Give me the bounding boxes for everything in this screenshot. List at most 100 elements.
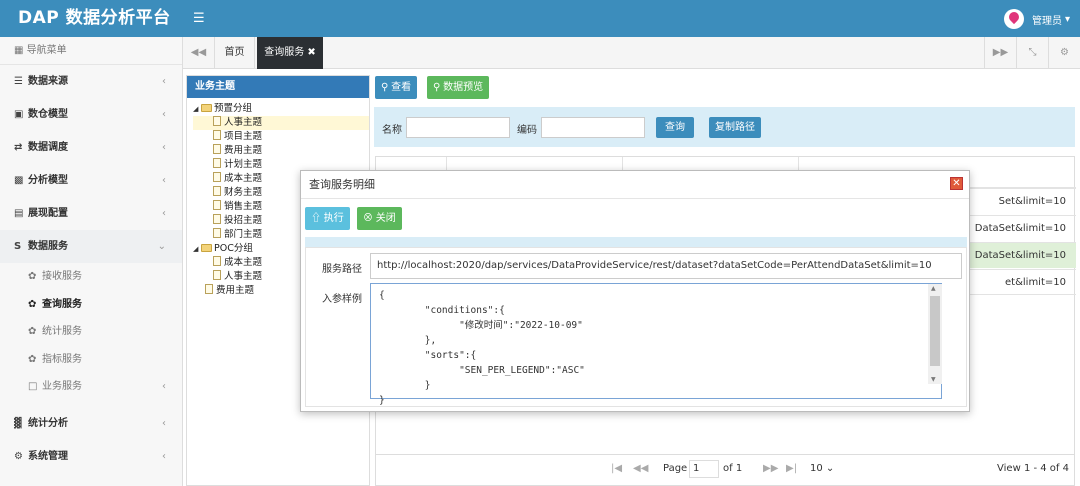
chevron-left-icon: ‹ <box>162 142 166 153</box>
leaf-icon: ✿ <box>28 271 37 282</box>
sidebar-item-label: 统计分析 <box>28 417 68 429</box>
sidebar-header-label: 导航菜单 <box>26 45 67 56</box>
first-page-icon[interactable]: |◀ <box>611 463 622 474</box>
file-icon <box>213 116 221 126</box>
scrollbar-thumb[interactable] <box>930 296 940 366</box>
user-name: 管理员 <box>1031 15 1062 27</box>
view-button[interactable]: ⚲ 查看 <box>375 76 418 99</box>
copy-path-button[interactable]: 复制路径 <box>709 117 761 138</box>
tree-node[interactable]: 项目主题 <box>193 130 369 144</box>
sitemap-icon: ▩ <box>14 175 24 186</box>
page-size-value: 10 <box>810 463 823 474</box>
code-label: 编码 <box>517 125 537 136</box>
code-input[interactable] <box>541 117 645 138</box>
close-icon[interactable]: ✕ <box>950 177 963 190</box>
sidebar-item-warehouse-model[interactable]: ▣ 数仓模型 ‹ <box>0 98 182 131</box>
tab-scroll-left-icon[interactable]: ◀◀ <box>183 37 215 69</box>
sidebar-item-label: 数据服务 <box>28 241 68 252</box>
sidebar-item-display-config[interactable]: ▤ 展现配置 ‹ <box>0 197 182 230</box>
shuffle-icon: ⇄ <box>14 142 23 153</box>
tab-scroll-right-icon[interactable]: ▶▶ <box>984 37 1016 69</box>
sidebar-item-analysis-model[interactable]: ▩ 分析模型 ‹ <box>0 164 182 197</box>
file-icon <box>213 130 221 140</box>
app-logo[interactable]: DAP 数据分析平台 <box>0 0 183 37</box>
file-icon <box>213 228 221 238</box>
table-cell: et&limit=10 <box>1005 277 1066 288</box>
chevron-left-icon: ‹ <box>162 175 166 186</box>
page-size-select[interactable]: 10 ⌄ <box>807 460 843 478</box>
execute-button[interactable]: ⇧ 执行 <box>305 207 350 230</box>
file-icon <box>213 200 221 210</box>
gear-icon: ⚙ <box>14 450 23 462</box>
sidebar-item-system[interactable]: ⚙ 系统管理 ‹ <box>0 440 182 473</box>
file-icon <box>213 144 221 154</box>
film-icon: ▤ <box>14 208 24 219</box>
tree-node[interactable]: 费用主题 <box>193 144 369 158</box>
sidebar-subitem-label: 接收服务 <box>42 271 82 282</box>
chevron-left-icon: ‹ <box>162 109 166 120</box>
next-page-icon[interactable]: ▶▶ <box>763 463 778 474</box>
tree-node[interactable]: 人事主题 <box>193 116 369 130</box>
preview-button[interactable]: ⚲ 数据预览 <box>427 76 490 99</box>
triangle-down-icon[interactable]: ◢ <box>193 102 201 116</box>
file-icon <box>213 270 221 280</box>
scroll-up-icon[interactable]: ▲ <box>931 285 936 292</box>
fullscreen-icon[interactable]: ⤡ <box>1016 37 1048 69</box>
textarea-scrollbar[interactable]: ▲ ▼ <box>928 284 942 384</box>
file-icon <box>213 186 221 196</box>
chevron-down-icon: ⌄ <box>157 241 166 252</box>
sidebar-item-label: 展现配置 <box>28 208 68 219</box>
sidebar-item-label: 分析模型 <box>28 175 68 186</box>
tree-node-label: 预置分组 <box>214 103 253 114</box>
query-button[interactable]: 查询 <box>656 117 694 138</box>
tab-home[interactable]: 首页 <box>215 37 255 69</box>
dialog-close-button[interactable]: ⊗ 关闭 <box>357 207 402 230</box>
sidebar-subitem-business[interactable]: □ 业务服务 ‹ <box>0 373 182 401</box>
cubes-icon: ▣ <box>14 109 24 120</box>
tree-group-preset[interactable]: ◢ 预置分组 <box>193 102 369 116</box>
param-sample-textarea[interactable]: { "conditions":{ "修改时间":"2022-10-09" }, … <box>370 283 942 406</box>
folder-icon <box>201 244 212 252</box>
service-path-input[interactable]: http://localhost:2020/dap/services/DataP… <box>370 253 962 279</box>
scroll-down-icon[interactable]: ▼ <box>931 376 936 383</box>
chevron-left-icon: ‹ <box>162 76 166 87</box>
menu-icon[interactable]: ☰ <box>193 11 205 26</box>
triangle-down-icon[interactable]: ◢ <box>193 242 201 256</box>
circle-close-icon: ⊗ <box>363 213 373 224</box>
sidebar-subitem-query[interactable]: ✿ 查询服务 <box>0 291 182 319</box>
grid-icon: ▦ <box>14 45 27 56</box>
tree-header: 业务主题 <box>187 76 369 98</box>
tab-query-service[interactable]: 查询服务 ✖ <box>257 37 323 69</box>
name-input[interactable] <box>406 117 510 138</box>
sidebar-item-data-source[interactable]: ☰ 数据来源 ‹ <box>0 65 182 98</box>
leaf-icon: ✿ <box>28 353 37 365</box>
gear-icon[interactable]: ⚙ <box>1048 37 1080 69</box>
tree-node-label: 成本主题 <box>224 257 263 268</box>
sidebar-subitem-indicator[interactable]: ✿ 指标服务 <box>0 346 182 374</box>
sidebar-item-scheduling[interactable]: ⇄ 数据调度 ‹ <box>0 131 182 164</box>
tree-node-label: 费用主题 <box>224 145 263 156</box>
sidebar-item-label: 数据调度 <box>28 142 68 153</box>
view-button-label: 查看 <box>391 82 412 93</box>
tree-node-label: 财务主题 <box>224 187 263 198</box>
sidebar-item-data-service[interactable]: S 数据服务 ⌄ <box>0 230 182 263</box>
tree-node-label: 成本主题 <box>224 173 263 184</box>
sidebar-subitem-statistics[interactable]: ✿ 统计服务 <box>0 318 182 346</box>
sidebar-item-label: 数据来源 <box>28 76 68 87</box>
dialog-title: 查询服务明细 <box>301 171 969 199</box>
file-icon <box>213 158 221 168</box>
table-cell: DataSet&limit=10 <box>974 250 1066 261</box>
page-input[interactable]: 1 <box>689 460 719 478</box>
avatar <box>1003 9 1024 29</box>
dialog-form: 服务路径 http://localhost:2020/dap/services/… <box>305 247 967 407</box>
last-page-icon[interactable]: ▶| <box>786 463 797 474</box>
param-sample-label: 入参样例 <box>322 294 362 305</box>
file-icon <box>213 172 221 182</box>
close-icon[interactable]: ✖ <box>307 47 315 58</box>
sidebar-item-statistics[interactable]: ▓ 统计分析 ‹ <box>0 407 182 440</box>
prev-page-icon[interactable]: ◀◀ <box>633 463 648 474</box>
user-menu[interactable]: 管理员 ▾ <box>1003 8 1070 30</box>
tab-label: 查询服务 <box>264 47 305 58</box>
sidebar-subitem-receive[interactable]: ✿ 接收服务 <box>0 263 182 291</box>
file-icon <box>205 284 213 294</box>
